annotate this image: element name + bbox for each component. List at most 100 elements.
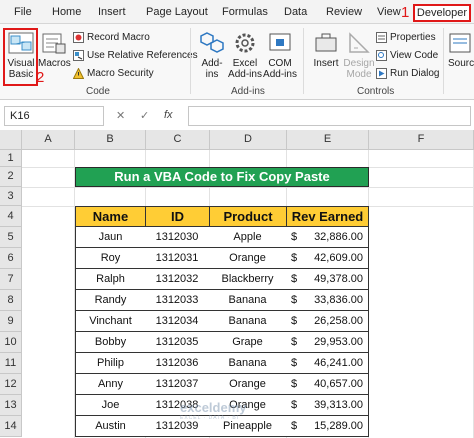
cell-name[interactable]: Randy <box>75 290 146 311</box>
com-add-ins-label-2: Add-ins <box>263 69 297 80</box>
tab-review[interactable]: Review <box>326 6 362 18</box>
header-cell-product[interactable]: Product <box>209 206 287 227</box>
name-box[interactable]: K16 <box>4 106 104 126</box>
row-header-9[interactable]: 9 <box>0 311 22 332</box>
column-header-a[interactable]: A <box>22 130 75 150</box>
add-ins-label-2: ins <box>205 69 219 80</box>
relative-references-icon <box>73 49 84 61</box>
cell-id[interactable]: 1312037 <box>145 374 210 395</box>
cell-name[interactable]: Roy <box>75 248 146 269</box>
column-header-e[interactable]: E <box>287 130 369 150</box>
com-add-ins-button[interactable]: COM Add-ins <box>263 30 297 80</box>
row-header-8[interactable]: 8 <box>0 290 22 311</box>
cell-rev-earned[interactable]: $39,313.00 <box>286 395 369 416</box>
row-header-3[interactable]: 3 <box>0 187 22 206</box>
cell-id[interactable]: 1312036 <box>145 353 210 374</box>
sheet-title-cell[interactable]: Run a VBA Code to Fix Copy Paste <box>75 167 369 187</box>
header-cell-id[interactable]: ID <box>145 206 210 227</box>
row-header-1[interactable]: 1 <box>0 150 22 167</box>
source-icon <box>449 33 471 53</box>
cell-rev-earned[interactable]: $40,657.00 <box>286 374 369 395</box>
enter-icon[interactable]: ✓ <box>140 109 149 122</box>
formula-input[interactable] <box>188 106 471 126</box>
cell-rev-earned[interactable]: $15,289.00 <box>286 416 369 437</box>
cell-product[interactable]: Banana <box>209 290 287 311</box>
row-header-6[interactable]: 6 <box>0 248 22 269</box>
cell-product[interactable]: Apple <box>209 227 287 248</box>
row-header-11[interactable]: 11 <box>0 353 22 374</box>
cell-product[interactable]: Blackberry <box>209 269 287 290</box>
ribbon-developer-panel: Visual Basic 2 Macros Record Macro Use R… <box>0 24 474 100</box>
cell-product[interactable]: Grape <box>209 332 287 353</box>
insert-controls-button[interactable]: Insert <box>309 30 343 69</box>
cell-id[interactable]: 1312034 <box>145 311 210 332</box>
cell-name[interactable]: Vinchant <box>75 311 146 332</box>
row-header-5[interactable]: 5 <box>0 227 22 248</box>
cell-product[interactable]: Orange <box>209 248 287 269</box>
cell-name[interactable]: Philip <box>75 353 146 374</box>
run-dialog-button[interactable]: Run Dialog <box>376 67 439 80</box>
amount-value: 39,313.00 <box>314 399 363 411</box>
header-cell-rev-earned[interactable]: Rev Earned <box>286 206 369 227</box>
row-header-2[interactable]: 2 <box>0 167 22 187</box>
tab-view[interactable]: View <box>377 6 401 18</box>
header-cell-name[interactable]: Name <box>75 206 146 227</box>
currency-symbol: $ <box>291 315 298 327</box>
excel-add-ins-button[interactable]: Excel Add-ins <box>228 30 262 80</box>
use-relative-references-button[interactable]: Use Relative References <box>73 49 198 62</box>
run-dialog-icon <box>376 67 387 79</box>
cell-rev-earned[interactable]: $26,258.00 <box>286 311 369 332</box>
tab-developer[interactable]: Developer <box>413 4 471 22</box>
cell-id[interactable]: 1312031 <box>145 248 210 269</box>
tab-home[interactable]: Home <box>52 6 81 18</box>
insert-function-icon[interactable]: fx <box>164 109 173 121</box>
cell-name[interactable]: Bobby <box>75 332 146 353</box>
use-relative-references-label: Use Relative References <box>87 50 198 61</box>
cell-rev-earned[interactable]: $32,886.00 <box>286 227 369 248</box>
source-button[interactable]: Sourc <box>448 30 474 69</box>
currency-symbol: $ <box>291 273 298 285</box>
row-header-7[interactable]: 7 <box>0 269 22 290</box>
row-header-10[interactable]: 10 <box>0 332 22 353</box>
view-code-button[interactable]: View Code <box>376 49 438 62</box>
record-macro-button[interactable]: Record Macro <box>73 31 150 44</box>
row-header-13[interactable]: 13 <box>0 395 22 416</box>
select-all-corner[interactable] <box>0 130 22 150</box>
cancel-icon[interactable]: ✕ <box>116 109 125 122</box>
cell-id[interactable]: 1312030 <box>145 227 210 248</box>
cell-name[interactable]: Austin <box>75 416 146 437</box>
tab-page-layout[interactable]: Page Layout <box>146 6 208 18</box>
cell-rev-earned[interactable]: $29,953.00 <box>286 332 369 353</box>
tab-insert[interactable]: Insert <box>98 6 126 18</box>
row-header-12[interactable]: 12 <box>0 374 22 395</box>
amount-value: 32,886.00 <box>314 231 363 243</box>
tab-file[interactable]: File <box>14 6 32 18</box>
column-header-c[interactable]: C <box>146 130 210 150</box>
cell-product[interactable]: Banana <box>209 353 287 374</box>
cell-name[interactable]: Joe <box>75 395 146 416</box>
cell-name[interactable]: Ralph <box>75 269 146 290</box>
column-header-b[interactable]: B <box>75 130 146 150</box>
column-header-d[interactable]: D <box>210 130 287 150</box>
cell-rev-earned[interactable]: $46,241.00 <box>286 353 369 374</box>
row-header-14[interactable]: 14 <box>0 416 22 437</box>
tab-data[interactable]: Data <box>284 6 307 18</box>
macros-button[interactable]: Macros <box>38 30 71 69</box>
cell-id[interactable]: 1312035 <box>145 332 210 353</box>
cell-name[interactable]: Anny <box>75 374 146 395</box>
tab-formulas[interactable]: Formulas <box>222 6 268 18</box>
cell-rev-earned[interactable]: $49,378.00 <box>286 269 369 290</box>
properties-button[interactable]: Properties <box>376 31 436 44</box>
cell-name[interactable]: Jaun <box>75 227 146 248</box>
cell-product[interactable]: Banana <box>209 311 287 332</box>
add-ins-button[interactable]: Add- ins <box>196 30 228 80</box>
cell-id[interactable]: 1312033 <box>145 290 210 311</box>
cell-rev-earned[interactable]: $33,836.00 <box>286 290 369 311</box>
macro-security-button[interactable]: Macro Security <box>73 67 154 80</box>
design-mode-button[interactable]: Design Mode <box>342 30 376 80</box>
row-header-4[interactable]: 4 <box>0 206 22 227</box>
cell-rev-earned[interactable]: $42,609.00 <box>286 248 369 269</box>
cell-id[interactable]: 1312032 <box>145 269 210 290</box>
cell-product[interactable]: Orange <box>209 374 287 395</box>
column-header-f[interactable]: F <box>369 130 474 150</box>
